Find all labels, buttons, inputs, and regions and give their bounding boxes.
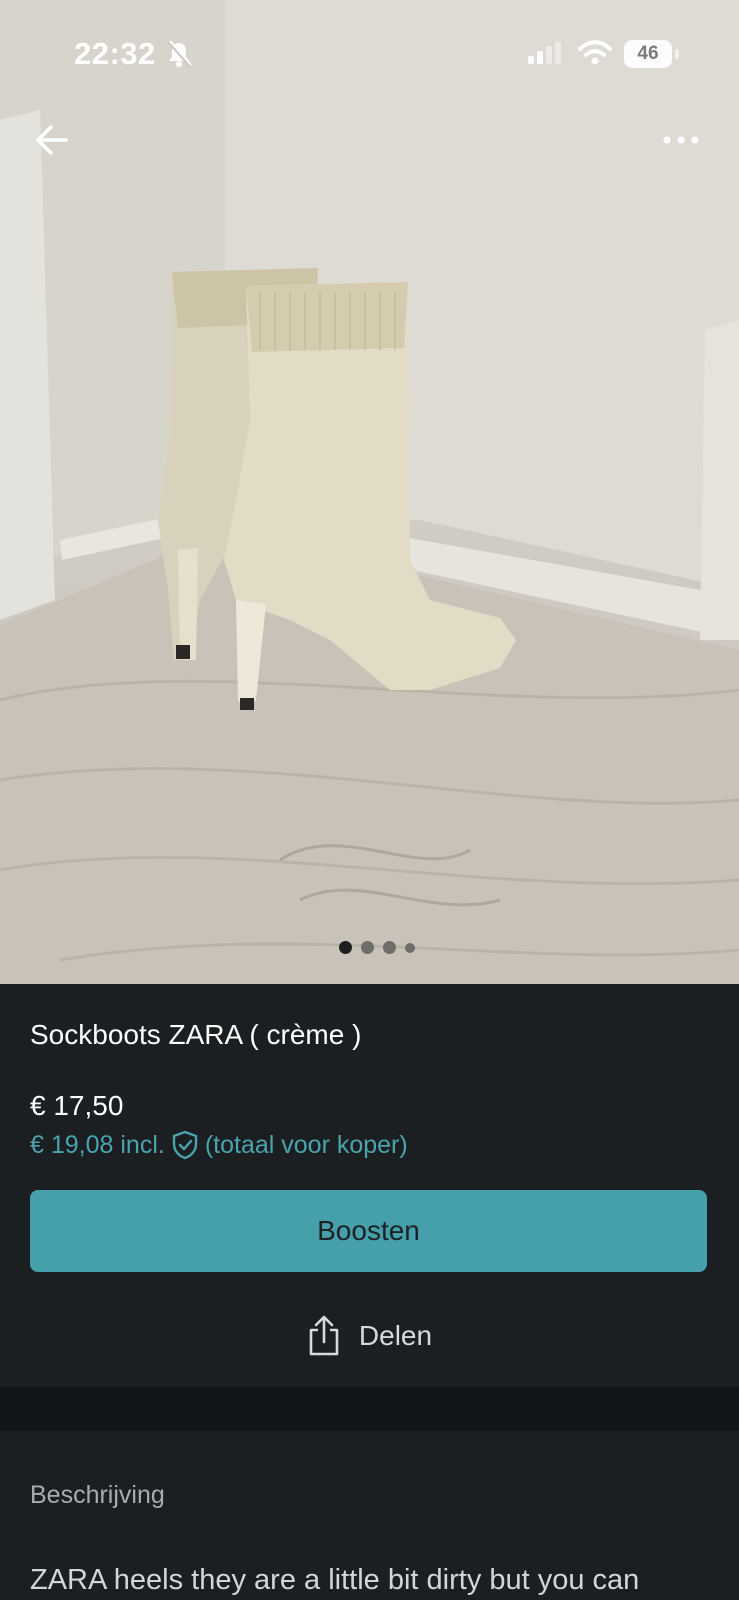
wifi-icon [578, 40, 612, 71]
product-photo[interactable]: 22:32 46 [0, 0, 739, 984]
back-button[interactable] [30, 118, 74, 162]
pagination-dot[interactable] [339, 941, 352, 954]
description-section: Beschrijving ZARA heels they are a littl… [0, 1431, 739, 1600]
share-button[interactable]: Delen [0, 1306, 739, 1366]
share-icon [309, 1315, 339, 1356]
share-label: Delen [358, 1320, 433, 1351]
price-including-protection[interactable]: € 19,08 incl. (totaal voor koper) [30, 1130, 408, 1160]
signal-icon [528, 42, 564, 71]
listing-details: Sockboots ZARA ( crème ) € 17,50 € 19,08… [0, 984, 739, 1387]
bell-slash-icon [166, 40, 192, 73]
description-text: ZARA heels they are a little bit dirty b… [30, 1564, 640, 1596]
more-options-button[interactable] [656, 118, 710, 162]
listing-title: Sockboots ZARA ( crème ) [30, 1019, 362, 1050]
boost-button[interactable]: Boosten [30, 1190, 707, 1272]
pagination-dot[interactable] [361, 941, 374, 954]
gallery-pagination [339, 939, 429, 954]
listing-price: € 17,50 [30, 1090, 124, 1121]
pagination-dot[interactable] [405, 943, 415, 953]
arrow-left-icon [36, 125, 68, 155]
shield-check-icon [172, 1130, 198, 1160]
battery-icon: 46 [624, 40, 672, 68]
battery-cap [675, 49, 679, 59]
price-incl-note: (totaal voor koper) [204, 1130, 408, 1159]
pagination-dot[interactable] [383, 941, 396, 954]
price-incl-value: € 19,08 incl. [30, 1130, 165, 1159]
status-bar: 22:32 46 [0, 0, 739, 100]
more-horizontal-icon [663, 136, 699, 144]
status-time: 22:32 [74, 36, 156, 71]
description-heading: Beschrijving [30, 1481, 165, 1509]
boots-image [0, 0, 739, 984]
section-divider [0, 1387, 739, 1431]
